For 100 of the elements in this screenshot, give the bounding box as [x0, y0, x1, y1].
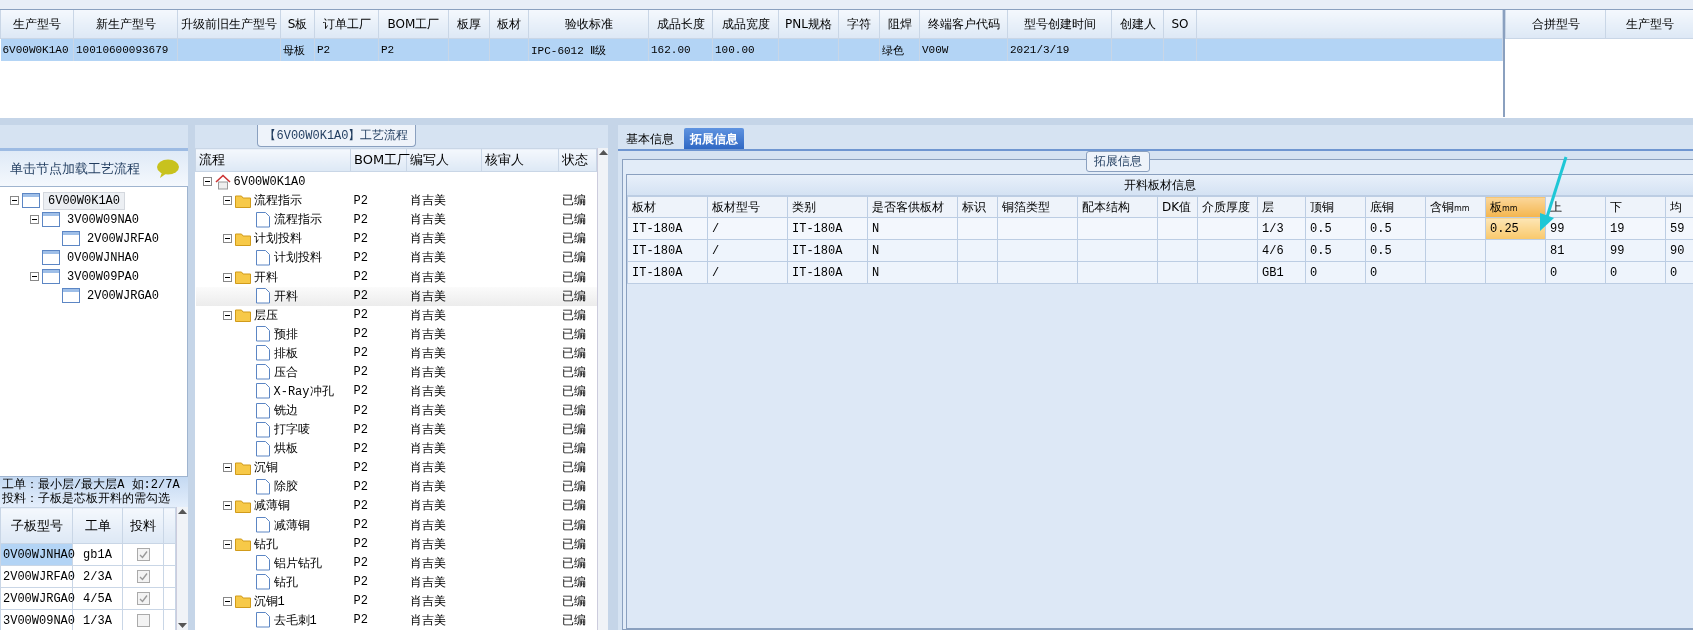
column-header[interactable]: 均 — [1665, 196, 1693, 218]
column-header[interactable]: 层 — [1257, 196, 1306, 218]
tree-row[interactable]: 流程指示 P2 肖吉美 已编 — [195, 191, 597, 211]
column-header[interactable]: 标识 — [957, 196, 998, 218]
column-header[interactable]: 投料 — [122, 507, 164, 544]
column-header[interactable]: BOM工厂 — [378, 10, 449, 39]
column-header[interactable]: 板厚 — [448, 10, 490, 39]
collapse-icon[interactable] — [202, 177, 212, 187]
collapse-icon[interactable] — [222, 310, 232, 320]
tree-row[interactable]: 除胶 P2 肖吉美 已编 — [195, 477, 597, 497]
tree-row[interactable]: 铣边 P2 肖吉美 已编 — [195, 401, 597, 421]
tree-row[interactable]: X-Ray冲孔 P2 肖吉美 已编 — [195, 381, 597, 402]
column-header[interactable]: 验收标准 — [528, 10, 649, 39]
collapse-icon[interactable] — [30, 215, 39, 224]
table-cell[interactable]: 3V00W09NA0 — [0, 609, 73, 630]
tree-row[interactable]: 减薄铜 P2 肖吉美 已编 — [195, 496, 597, 516]
column-header[interactable]: 底铜 — [1365, 196, 1426, 218]
tree-row[interactable]: 计划投料 P2 肖吉美 已编 — [195, 229, 597, 249]
scrollbar[interactable] — [176, 507, 188, 630]
tree-row[interactable]: 压合 P2 肖吉美 已编 — [195, 362, 597, 382]
tree-row[interactable]: 开料 P2 肖吉美 已编 — [195, 267, 597, 287]
tree-row[interactable]: 减薄铜 P2 肖吉美 已编 — [195, 515, 597, 535]
column-header[interactable]: 状态 — [558, 148, 597, 172]
column-header[interactable]: 是否客供板材 — [867, 196, 958, 218]
tree-node[interactable]: 3V00W09PA0 — [63, 268, 143, 285]
column-header[interactable]: 字符 — [838, 10, 880, 39]
tree-row[interactable]: 铝片钻孔 P2 肖吉美 已编 — [195, 553, 597, 573]
column-header[interactable]: 成品宽度 — [712, 10, 779, 39]
table-row[interactable]: IT-180A / IT-180A N 4/6 0.5 0.5 81 99 90 — [627, 239, 1693, 262]
collapse-icon[interactable] — [222, 596, 232, 606]
table-row[interactable]: IT-180A / IT-180A N 1/3 0.5 0.5 0.25 99 19 59 — [627, 217, 1693, 240]
tab[interactable]: 拓展信息 — [684, 128, 744, 149]
column-header[interactable]: 升级前旧生产型号 — [177, 10, 281, 39]
collapse-icon[interactable] — [222, 501, 232, 511]
collapse-icon[interactable] — [222, 539, 232, 549]
tree-row[interactable]: 烘板 P2 肖吉美 已编 — [195, 439, 597, 459]
column-header[interactable]: SO — [1163, 10, 1197, 39]
checkbox[interactable] — [136, 591, 150, 605]
table-row[interactable]: IT-180A / IT-180A N GB1 0 0 0 0 0 — [627, 261, 1693, 284]
table-cell[interactable]: 2V00WJRGA0 — [0, 587, 73, 610]
column-header[interactable]: 类别 — [787, 196, 868, 218]
tree-row[interactable]: 去毛刺1 P2 肖吉美 已编 — [195, 610, 597, 630]
collapse-icon[interactable] — [222, 272, 232, 282]
column-header[interactable]: 子板型号 — [0, 507, 73, 544]
checkbox[interactable] — [136, 547, 150, 561]
tree-node[interactable]: 3V00W09NA0 — [63, 211, 143, 228]
table-cell[interactable]: 0V00WJNHA0 — [0, 543, 73, 566]
tree-row[interactable]: 钻孔 P2 肖吉美 已编 — [195, 534, 597, 554]
tree-row[interactable]: 开料 P2 肖吉美 已编 — [195, 286, 597, 306]
collapse-icon[interactable] — [222, 234, 232, 244]
table-row[interactable]: 6V00W0K1A0 10010600093679 母板 P2 P2 IPC-6012 Ⅱ级 162.00 100.00 绿色 V00W 2021/3/19 — [0, 38, 1503, 61]
column-header[interactable]: 板材型号 — [707, 196, 788, 218]
tree-row[interactable]: 沉铜 P2 肖吉美 已编 — [195, 458, 597, 478]
column-header[interactable]: 流程 — [195, 148, 351, 172]
column-header[interactable]: 新生产型号 — [73, 10, 178, 39]
column-header[interactable]: 板材 — [627, 196, 708, 218]
column-header[interactable]: 生产型号 — [0, 10, 74, 39]
collapse-icon[interactable] — [222, 196, 232, 206]
tree-row[interactable]: 计划投料 P2 肖吉美 已编 — [195, 248, 597, 268]
column-header[interactable]: 创建人 — [1111, 10, 1164, 39]
column-header[interactable]: PNL规格 — [778, 10, 839, 39]
tab[interactable]: 基本信息 — [620, 128, 680, 149]
tree-row[interactable]: 打字唛 P2 肖吉美 已编 — [195, 420, 597, 440]
tree-node[interactable]: 6V00W0K1A0 — [43, 191, 125, 210]
column-header[interactable]: 工单 — [72, 507, 123, 544]
column-header[interactable]: 生产型号 — [1605, 10, 1693, 39]
tree-row[interactable]: 钻孔 P2 肖吉美 已编 — [195, 572, 597, 592]
tree-node[interactable]: 2V00WJRGA0 — [83, 287, 163, 304]
column-header[interactable]: 合拼型号 — [1505, 10, 1606, 39]
column-header[interactable]: 铜箔类型 — [997, 196, 1078, 218]
tree-node[interactable]: 2V00WJRFA0 — [83, 230, 163, 247]
checkbox[interactable] — [136, 569, 150, 583]
tree-row[interactable]: 排板 P2 肖吉美 已编 — [195, 343, 597, 363]
table-cell: 肖吉美 — [406, 267, 482, 287]
column-header[interactable]: 终端客户代码 — [919, 10, 1008, 39]
tree-node[interactable]: 0V00WJNHA0 — [63, 249, 143, 266]
column-header[interactable]: 顶铜 — [1305, 196, 1366, 218]
column-header[interactable]: 阻焊 — [879, 10, 920, 39]
collapse-icon[interactable] — [222, 463, 232, 473]
tree-row[interactable]: 流程指示 P2 肖吉美 已编 — [195, 210, 597, 230]
column-header[interactable]: 订单工厂 — [314, 10, 379, 39]
table-cell[interactable]: 2V00WJRFA0 — [0, 565, 73, 588]
tree-row[interactable]: 层压 P2 肖吉美 已编 — [195, 305, 597, 325]
column-header[interactable]: 下 — [1605, 196, 1666, 218]
tree-row[interactable]: 预排 P2 肖吉美 已编 — [195, 324, 597, 344]
tree-row[interactable]: 沉铜1 P2 肖吉美 已编 — [195, 591, 597, 611]
collapse-icon[interactable] — [10, 196, 19, 205]
column-header[interactable]: DK值 — [1157, 196, 1198, 218]
collapse-icon[interactable] — [30, 272, 39, 281]
tree-row[interactable]: 6V00W0K1A0 — [195, 171, 597, 192]
column-header[interactable]: 编写人 — [406, 148, 482, 172]
scrollbar[interactable] — [597, 148, 608, 630]
column-header[interactable]: 配本结构 — [1077, 196, 1158, 218]
column-header[interactable]: 板材 — [489, 10, 529, 39]
column-header[interactable]: 核审人 — [481, 148, 559, 172]
column-header[interactable]: 成品长度 — [648, 10, 713, 39]
column-header[interactable]: S板 — [280, 10, 315, 39]
column-header[interactable]: 型号创建时间 — [1007, 10, 1112, 39]
checkbox[interactable] — [136, 613, 150, 627]
column-header[interactable]: 介质厚度 — [1197, 196, 1258, 218]
